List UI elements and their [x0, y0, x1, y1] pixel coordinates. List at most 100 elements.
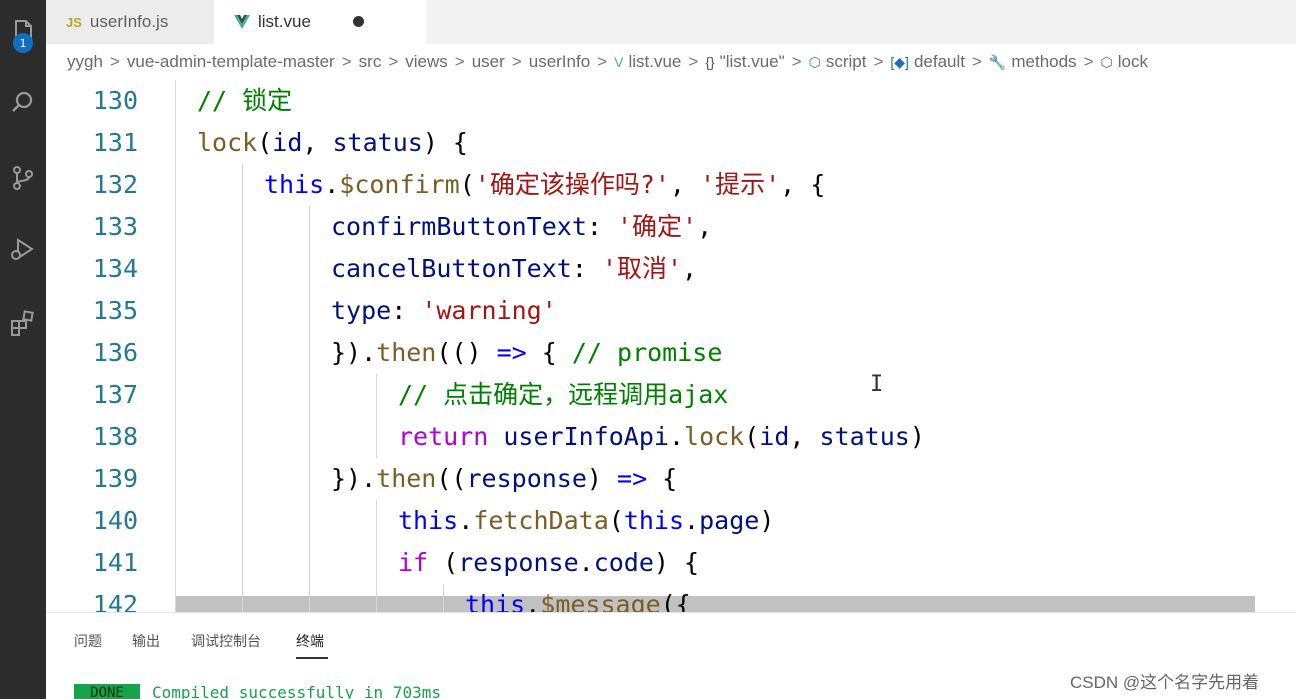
- breadcrumb-item[interactable]: {} "list.vue": [705, 52, 784, 72]
- code-token: $confirm: [339, 170, 460, 199]
- tab-userinfo-js[interactable]: JS userInfo.js: [46, 0, 214, 44]
- breadcrumb-label: script: [825, 52, 867, 71]
- text-cursor-icon: I: [870, 372, 884, 397]
- code-text: this.fetchData(this.page): [398, 500, 774, 542]
- code-token: ,: [669, 170, 701, 199]
- explorer-badge: 1: [13, 33, 33, 53]
- code-line[interactable]: 140 this.fetchData(this.page): [46, 500, 1296, 542]
- tab-label: list.vue: [258, 12, 311, 31]
- line-number: 138: [92, 422, 138, 451]
- code-token: =>: [617, 464, 648, 493]
- breadcrumb-item[interactable]: src: [359, 52, 382, 72]
- breadcrumb-label: methods: [1011, 52, 1077, 71]
- code-editor[interactable]: 130// 锁定 131 lock(id, status) { 132 this.$co…: [46, 80, 1296, 612]
- code-line[interactable]: 138 return userInfoApi.lock(id, status): [46, 416, 1296, 458]
- code-line[interactable]: 135 type: 'warning': [46, 290, 1296, 332]
- code-token: code: [593, 548, 654, 577]
- breadcrumb-item[interactable]: yygh: [67, 52, 103, 72]
- indent-guide: [309, 500, 310, 542]
- tab-debug-console[interactable]: 调试控制台: [191, 631, 261, 651]
- breadcrumb-label: vue-admin-template-master: [126, 52, 335, 71]
- tab-problems[interactable]: 问题: [74, 631, 102, 651]
- js-file-icon: JS: [66, 14, 82, 30]
- wrench-icon: 🔧: [988, 54, 1007, 70]
- source-control-icon[interactable]: [0, 155, 46, 201]
- code-token: ((): [436, 338, 497, 367]
- code-text: this.$confirm('确定该操作吗?', '提示', {: [264, 164, 825, 206]
- code-token: 'warning': [421, 296, 557, 325]
- indent-guide: [376, 542, 377, 584]
- code-token: lock: [197, 128, 258, 157]
- indent-guide: [309, 416, 310, 458]
- breadcrumb-item[interactable]: ⬡ script: [809, 52, 867, 72]
- line-number: 142: [92, 590, 138, 612]
- breadcrumb-item[interactable]: 🔧 methods: [989, 52, 1077, 72]
- indent-guide: [242, 164, 243, 206]
- code-token: then: [376, 338, 437, 367]
- code-text: }).then(() => { // promise: [331, 332, 722, 374]
- indent-guide: [242, 458, 243, 500]
- tab-terminal[interactable]: 终端: [296, 631, 324, 651]
- code-token: ,: [302, 128, 333, 157]
- code-line[interactable]: 134 cancelButtonText: '取消',: [46, 248, 1296, 290]
- indent-guide: [376, 584, 377, 612]
- code-token: this: [398, 506, 459, 535]
- indent-guide: [175, 248, 176, 290]
- breadcrumb-item[interactable]: vue-admin-template-master: [127, 52, 335, 72]
- indent-guide: [242, 416, 243, 458]
- vue-icon: [234, 15, 250, 29]
- code-token: (: [608, 506, 624, 535]
- code-line[interactable]: 132 this.$confirm('确定该操作吗?', '提示', {: [46, 164, 1296, 206]
- code-token: ) {: [422, 128, 468, 157]
- tab-output[interactable]: 输出: [132, 631, 160, 651]
- indent-guide: [242, 332, 243, 374]
- breadcrumb-item[interactable]: user: [472, 52, 505, 72]
- code-token: (: [744, 422, 760, 451]
- code-token: '提示': [700, 170, 781, 199]
- code-line[interactable]: 139}).then((response) => {: [46, 458, 1296, 500]
- search-icon[interactable]: [0, 80, 46, 126]
- code-line[interactable]: 133 confirmButtonText: '确定',: [46, 206, 1296, 248]
- code-line[interactable]: 142 this.$message({: [46, 584, 1296, 612]
- code-token: status: [819, 422, 910, 451]
- code-token: :: [391, 296, 422, 325]
- line-number: 132: [92, 170, 138, 199]
- tab-list-vue[interactable]: list.vue: [214, 0, 426, 44]
- breadcrumb-separator-icon: >: [511, 52, 522, 71]
- code-token: , {: [780, 170, 826, 199]
- indent-guide: [175, 80, 176, 122]
- code-token: {: [647, 464, 678, 493]
- code-line[interactable]: 137 // 点击确定，远程调用ajax: [46, 374, 1296, 416]
- code-line[interactable]: 130 // 锁定: [46, 80, 1296, 122]
- code-token: response: [466, 464, 587, 493]
- tab-label: userInfo.js: [89, 12, 169, 31]
- code-line[interactable]: 136}).then(() => { // promise: [46, 332, 1296, 374]
- code-line[interactable]: 131 lock(id, status) {: [46, 122, 1296, 164]
- code-token: userInfoApi: [503, 422, 669, 451]
- breadcrumb-item[interactable]: userInfo: [529, 52, 590, 72]
- indent-guide: [175, 206, 176, 248]
- indent-guide: [309, 290, 310, 332]
- code-token: '确定': [616, 212, 698, 241]
- code-text: lock(id, status) {: [197, 122, 468, 164]
- code-token: $message: [540, 590, 661, 612]
- code-token: ): [759, 506, 775, 535]
- code-token: ): [909, 422, 925, 451]
- breadcrumb-item[interactable]: ⬡ lock: [1101, 52, 1148, 72]
- code-token: if: [398, 548, 429, 577]
- breadcrumb-item[interactable]: Vlist.vue: [614, 52, 681, 72]
- run-debug-icon[interactable]: [0, 226, 46, 272]
- extensions-icon[interactable]: [0, 300, 46, 346]
- code-text: this.$message({: [465, 584, 691, 612]
- reference-icon: [◆]: [890, 54, 909, 70]
- code-text: // 点击确定，远程调用ajax: [398, 374, 728, 416]
- code-token: ,: [682, 254, 698, 283]
- breadcrumb-item[interactable]: views: [405, 52, 448, 72]
- indent-guide: [309, 374, 310, 416]
- unsaved-dot-icon[interactable]: [353, 16, 364, 27]
- cube-icon: ⬡: [808, 54, 821, 70]
- code-token: id: [272, 128, 303, 157]
- code-token: id: [759, 422, 790, 451]
- breadcrumb-item[interactable]: [◆] default: [890, 52, 965, 72]
- code-line[interactable]: 141 if (response.code) {: [46, 542, 1296, 584]
